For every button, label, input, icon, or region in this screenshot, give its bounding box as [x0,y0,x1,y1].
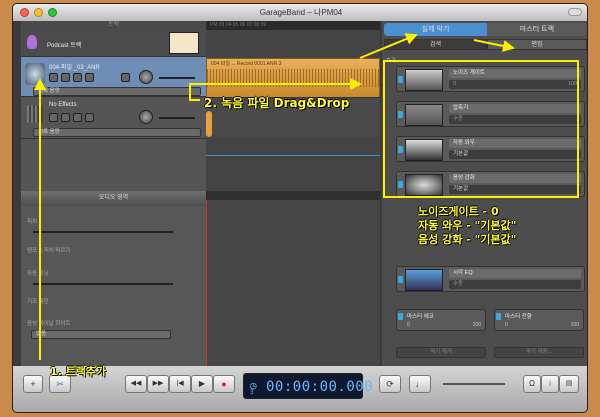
tab-master-track[interactable]: 마스터 트랙 [487,23,587,36]
window-title: GarageBand – 나PM04 [259,8,343,17]
effect-name: 시각 EQ [449,269,581,278]
tracks-header: 트랙 [21,21,206,29]
effects-highlight-box [383,60,579,198]
rewind-icon[interactable]: ◀◀ [125,375,147,393]
metronome-icon[interactable]: ♩ [409,375,431,393]
reverb-max: 100 [570,322,579,328]
echo-max: 100 [472,322,481,328]
reverb-min: 0 [505,322,508,328]
track-name: No Effects [49,102,77,108]
close-icon[interactable] [20,8,29,17]
drag-drop-annotation: 2. 녹음 파일 Drag&Drop [204,96,350,110]
automation-dropdown[interactable]: 기록 음량 [33,128,201,137]
auto-tune-label: 자동 튜닝 [27,271,49,277]
lock-button[interactable] [73,73,82,82]
track-name: 004-파일 _03_ANR [49,65,100,71]
volume-slider[interactable] [159,117,195,119]
zoom-icon[interactable] [48,8,57,17]
effect-visual-eq[interactable]: 시각 EQ 수동 [396,266,585,292]
master-reverb[interactable]: 마스터 잔향 0 100 [494,309,584,331]
headphone-icon[interactable] [85,113,94,122]
headphone-icon[interactable] [85,73,94,82]
effect-enable-toggle[interactable] [398,276,403,283]
info-icon[interactable]: i [541,375,559,393]
track-row-podcast[interactable]: Podcast 트랙 [21,29,206,57]
tab-real-instrument[interactable]: 실제 악기 [384,23,487,36]
pitch-label: 피치 [27,219,38,225]
lock-button[interactable] [73,113,82,122]
reverb-label: 마스터 잔향 [505,314,532,320]
subtab-edit[interactable]: 편집 [487,39,587,50]
fast-forward-icon[interactable]: ▶▶ [147,375,169,393]
volume-slider[interactable] [159,77,195,79]
editor-header: 오디오 영역 [21,191,206,206]
episode-artwork [169,32,199,54]
settings-line-1: 노이즈게이트 - 0 [418,205,499,218]
track-row-recording[interactable]: 004-파일 _03_ANR 기록 음량 [21,57,206,97]
master-echo[interactable]: 마스터 에코 0 100 [396,309,486,331]
volume-knob[interactable] [139,110,153,124]
echo-min: 0 [407,322,410,328]
voice-label: 음성 파이날 하이트 [27,321,71,327]
region-title: 004 파일 ... Record 0001 ANR 3 [211,61,282,67]
window-controls [20,8,57,17]
settings-line-3: 음성 강화 - "기본값" [418,233,517,246]
eq-thumbnail [405,269,443,291]
voice-dropdown[interactable]: 없음 [31,330,171,339]
master-volume-slider[interactable] [443,383,505,385]
playhead[interactable] [206,200,207,366]
region-waveform [207,69,381,87]
mute-button[interactable] [49,113,58,122]
solo-button[interactable] [61,113,70,122]
loop-browser-icon[interactable]: Ω [523,375,541,393]
solo-button[interactable] [61,73,70,82]
delete-instrument-button[interactable]: 악기 제거 [396,347,486,358]
eq-preset[interactable]: 수동 [449,280,581,289]
auto-tune-slider[interactable] [33,283,173,285]
cycle-icon[interactable]: ⟳ [379,375,401,393]
reverb-enable-toggle[interactable] [496,313,501,320]
echo-enable-toggle[interactable] [398,313,403,320]
toolbar-toggle-button[interactable] [568,8,582,16]
waveform-icon [27,105,43,123]
automation-line[interactable] [206,155,380,156]
record-icon[interactable]: ● [213,375,235,393]
track-row-no-effects[interactable]: No Effects 기록 음량 [21,97,206,139]
lcd-time: 00:00:00.000 [266,379,374,395]
editor-title: 오디오 영역 [98,195,129,201]
microphone-icon [27,35,37,49]
echo-label: 마스터 에코 [407,314,434,320]
limit-key-checkbox[interactable]: 기조 제한 [27,297,49,305]
automation-dropdown[interactable]: 기록 음량 [33,87,201,96]
subtab-browse[interactable]: 검색 [384,39,487,50]
record-enable-button[interactable] [121,73,130,82]
pitch-slider[interactable] [33,231,173,233]
save-instrument-button[interactable]: 악기 저장... [494,347,584,358]
minimize-icon[interactable] [34,8,43,17]
volume-knob[interactable] [139,70,153,84]
media-browser-icon[interactable]: ▤ [559,375,579,393]
lcd-counter: 3 [250,389,254,396]
play-icon[interactable]: ▶ [191,375,213,393]
editor-grid[interactable] [206,191,380,366]
editor-pane: 오디오 영역 피치 템포 & 피치 따르기 자동 튜닝 기조 제한 음성 파이날… [21,191,380,366]
lcd-display[interactable]: ◷ 3 00:00:00.000 [243,373,373,399]
settings-line-2: 자동 와우 - "기본값" [418,219,517,232]
follow-tempo-checkbox[interactable]: 템포 & 피치 따르기 [27,246,71,254]
add-track-button[interactable]: + [23,375,43,393]
tracks-panel: 트랙 Podcast 트랙 004-파일 _03_ANR 기록 음량 No Ef… [21,21,206,191]
audio-region[interactable]: 004 파일 ... Record 0001 ANR 3 [206,58,381,98]
instrument-icon [25,63,45,85]
editor-ruler[interactable] [206,191,380,200]
go-to-start-icon[interactable]: |◀ [169,375,191,393]
add-track-annotation: 1. 트랙추가 [50,365,107,378]
title-bar: GarageBand – 나PM04 [13,4,587,21]
timeline-ruler[interactable]: PM 03 04 05 06 07 08 09 [206,21,380,30]
settings-annotation: 노이즈게이트 - 0 자동 와우 - "기본값" 음성 강화 - "기본값" [418,205,588,247]
mute-button[interactable] [49,73,58,82]
track-name: Podcast 트랙 [47,43,82,49]
region-fragment[interactable] [206,111,212,137]
